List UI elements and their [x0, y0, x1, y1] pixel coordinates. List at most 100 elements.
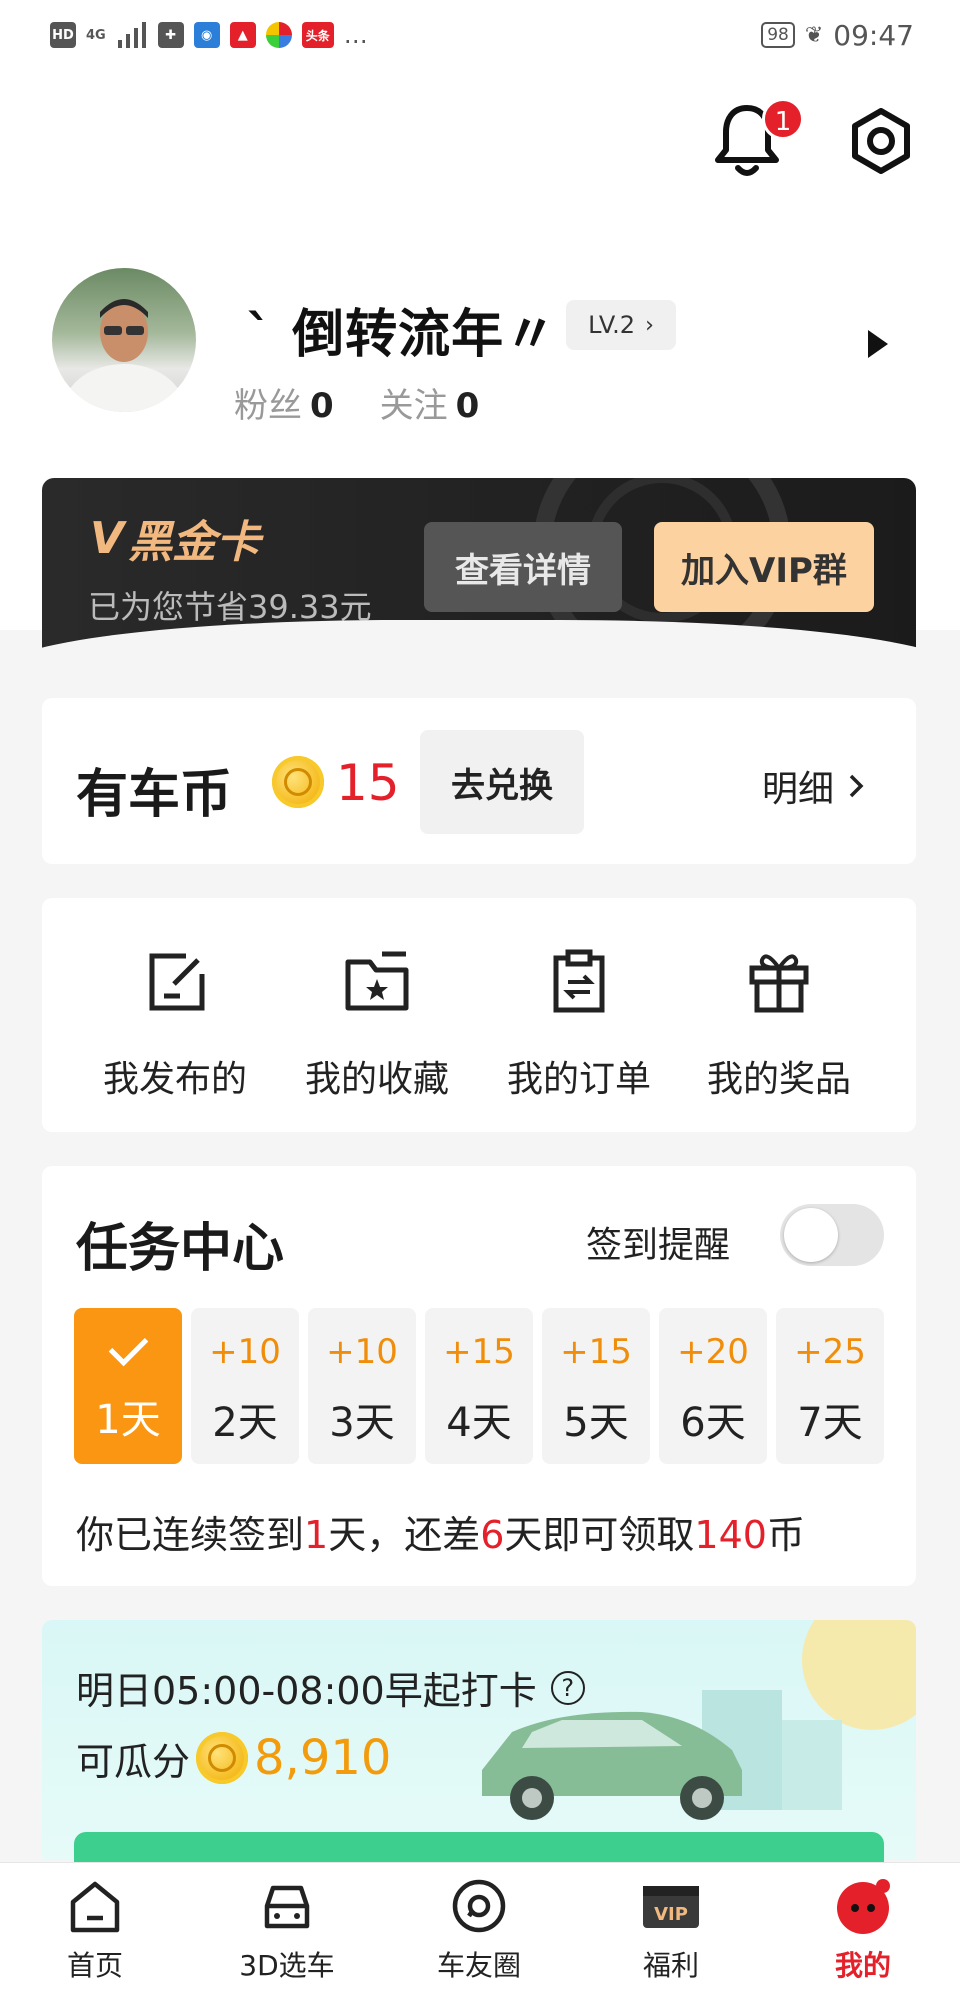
early-checkin-amount: 可瓜分 8,910	[76, 1730, 391, 1786]
help-icon[interactable]: ?	[550, 1670, 585, 1705]
follow-label: 关注	[379, 386, 448, 426]
coins-title: 有车币	[76, 765, 233, 825]
level-label: LV.2	[588, 311, 636, 339]
follow-count: 0	[455, 386, 480, 426]
quick-action-posts[interactable]: 我发布的	[80, 946, 270, 1102]
quick-action-orders[interactable]: 我的订单	[484, 946, 674, 1102]
checkin-day-3[interactable]: +10 3天	[308, 1308, 416, 1464]
hd-icon: HD	[50, 22, 76, 48]
day-bonus: +20	[677, 1332, 749, 1372]
nav-label: 我的	[834, 1949, 891, 1982]
checkin-day-5[interactable]: +15 5天	[542, 1308, 650, 1464]
early-checkin-title-text: 明日05:00-08:00早起打卡	[76, 1669, 537, 1713]
settings-icon[interactable]	[848, 108, 914, 174]
folder-star-icon	[345, 951, 409, 1011]
toggle-knob	[784, 1208, 838, 1262]
early-amount-value: 8,910	[254, 1730, 392, 1786]
quick-action-prizes[interactable]: 我的奖品	[684, 946, 874, 1102]
coin-icon	[272, 756, 324, 808]
fans-count: 0	[310, 386, 334, 426]
more-notifications-icon: …	[343, 21, 368, 49]
fans-label: 粉丝	[234, 386, 302, 426]
coins-detail-link[interactable]: 明细	[762, 760, 864, 812]
nav-3d-car[interactable]: 3D选车	[212, 1876, 362, 1984]
day-label: 1天	[95, 1397, 161, 1443]
coin-icon	[196, 1732, 249, 1784]
day-bonus: +10	[326, 1332, 398, 1372]
network-icon: 4G	[86, 27, 106, 43]
checkin-day-6[interactable]: +20 6天	[659, 1308, 767, 1464]
nav-welfare[interactable]: VIP 福利	[596, 1876, 746, 1984]
quick-action-favorites[interactable]: 我的收藏	[282, 946, 472, 1102]
coin-count: 15	[336, 754, 400, 812]
checkin-remind-label: 签到提醒	[586, 1225, 731, 1266]
vip-icon: VIP	[643, 1886, 699, 1928]
plus-app-icon: ✚	[157, 22, 184, 48]
day-bonus: +10	[209, 1332, 281, 1372]
car-icon	[264, 1885, 310, 1929]
edit-icon	[149, 953, 205, 1011]
circle-icon	[452, 1879, 506, 1933]
chevron-right-icon: ›	[645, 312, 654, 338]
vip-title: V 黑金卡	[90, 506, 260, 570]
day-label: 4天	[446, 1400, 512, 1446]
quick-action-label: 我发布的	[102, 1059, 247, 1100]
gift-icon	[749, 954, 809, 1013]
browser-app-icon	[265, 22, 292, 48]
day-label: 6天	[680, 1400, 746, 1446]
day-label: 3天	[329, 1400, 395, 1446]
follow-stat[interactable]: 关注 0	[380, 378, 480, 427]
leaf-icon: ❦	[804, 22, 824, 48]
wifi-app-icon: ◉	[193, 22, 220, 48]
exchange-button[interactable]: 去兑换	[420, 730, 584, 834]
status-bar-right: 98 ❦ 09:47	[761, 18, 914, 52]
fans-stat[interactable]: 粉丝 0	[234, 378, 334, 427]
early-prefix: 可瓜分	[76, 1739, 191, 1784]
check-icon	[108, 1326, 148, 1367]
youche-app-icon: ▲	[229, 22, 256, 48]
profile-stats: 粉丝 0 关注 0	[234, 378, 479, 427]
nav-profile[interactable]: 我的	[788, 1876, 938, 1984]
checkin-streak-text: 你已连续签到1天，还差6天即可领取140币	[76, 1513, 805, 1557]
nav-label: 车友圈	[436, 1949, 521, 1982]
status-bar-left: HD 4G ✚ ◉ ▲ 头条 …	[50, 18, 368, 52]
clipboard-icon	[553, 949, 605, 1013]
clock: 09:47	[833, 18, 914, 52]
checkin-day-7[interactable]: +25 7天	[776, 1308, 884, 1464]
quick-action-label: 我的订单	[506, 1059, 651, 1100]
coins-detail-label: 明细	[762, 769, 835, 810]
avatar[interactable]	[52, 268, 196, 412]
day-bonus: +15	[443, 1332, 515, 1372]
nav-label: 福利	[642, 1949, 699, 1982]
join-vip-group-button[interactable]: 加入VIP群	[654, 522, 874, 612]
signal-icon	[117, 22, 146, 48]
home-icon	[70, 1881, 120, 1933]
day-bonus: +25	[794, 1332, 866, 1372]
nav-label: 首页	[66, 1949, 123, 1982]
chevron-right-icon	[849, 774, 864, 798]
checkin-day-2[interactable]: +10 2天	[191, 1308, 299, 1464]
battery-icon: 98	[761, 22, 795, 48]
nav-home[interactable]: 首页	[20, 1876, 170, 1984]
nav-community[interactable]: 车友圈	[404, 1876, 554, 1984]
play-icon[interactable]	[868, 330, 888, 358]
quick-action-label: 我的收藏	[304, 1059, 449, 1100]
vip-v-icon: V	[90, 512, 125, 564]
day-label: 2天	[212, 1400, 278, 1446]
level-badge[interactable]: LV.2 ›	[566, 300, 676, 350]
checkin-day-4[interactable]: +15 4天	[425, 1308, 533, 1464]
day-label: 7天	[797, 1400, 863, 1446]
svg-text:VIP: VIP	[654, 1904, 688, 1925]
checkin-day-1[interactable]: 1天	[74, 1308, 182, 1464]
vip-title-text: 黑金卡	[128, 517, 261, 568]
nav-label: 3D选车	[239, 1949, 335, 1982]
toutiao-app-icon: 头条	[301, 22, 334, 48]
quick-action-label: 我的奖品	[706, 1059, 851, 1100]
vip-detail-button[interactable]: 查看详情	[424, 522, 622, 612]
username: ` 倒转流年〃	[246, 305, 558, 365]
notification-badge: 1	[762, 98, 804, 140]
checkin-remind-toggle[interactable]	[780, 1204, 884, 1266]
early-checkin-title: 明日05:00-08:00早起打卡 ?	[76, 1660, 585, 1715]
day-bonus: +15	[560, 1332, 632, 1372]
day-label: 5天	[563, 1400, 629, 1446]
